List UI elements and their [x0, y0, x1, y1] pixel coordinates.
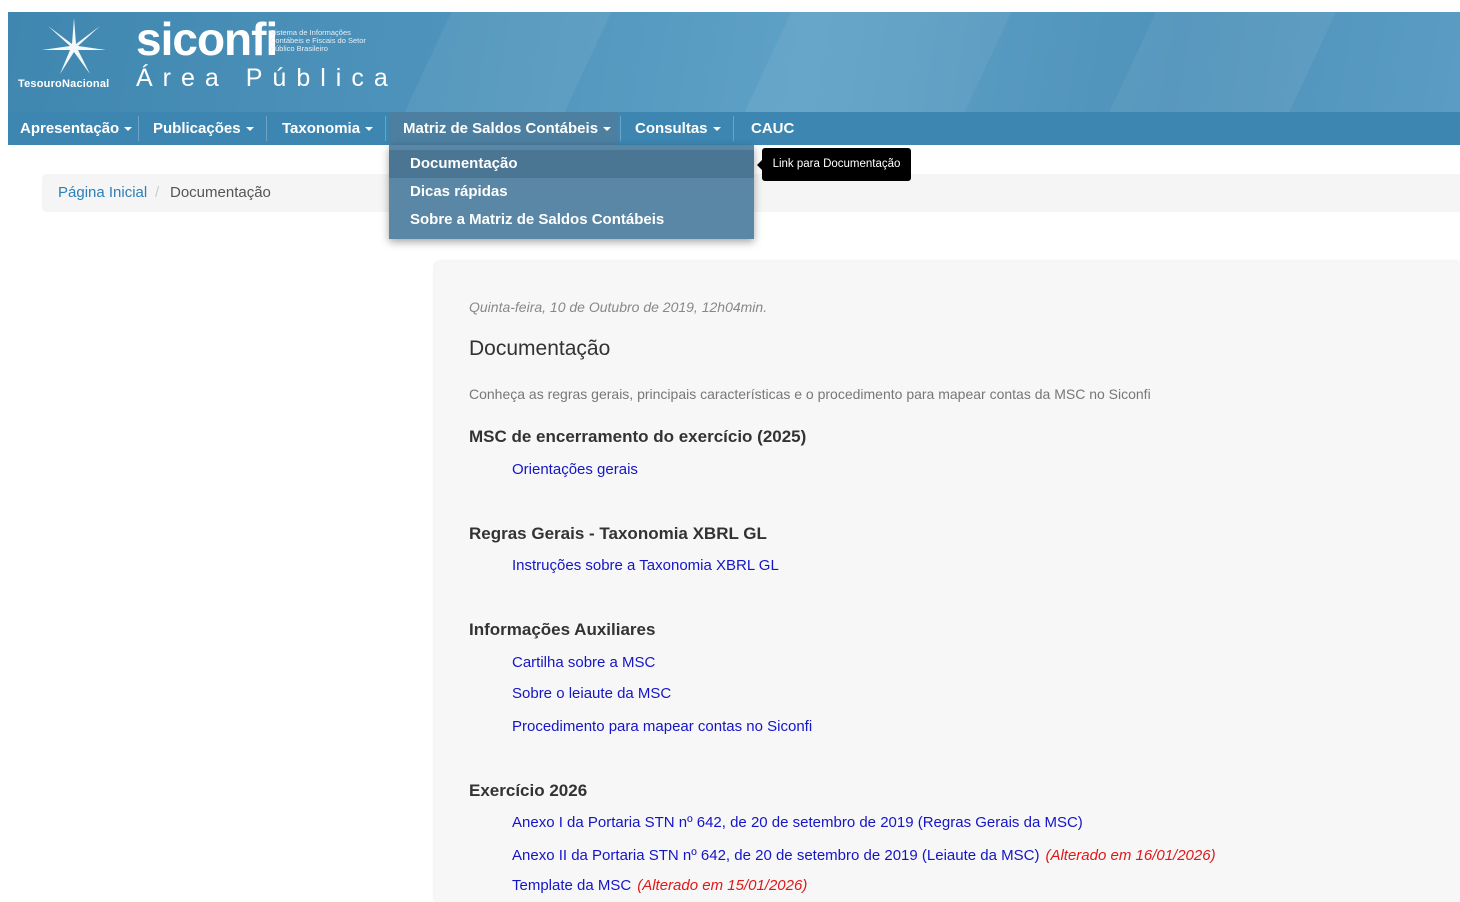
- menu-item-documentacao[interactable]: Documentação: [389, 150, 754, 178]
- header-facet: [395, 12, 621, 112]
- caret-down-icon: [245, 127, 254, 132]
- nav-consultas[interactable]: Consultas: [635, 112, 721, 145]
- breadcrumb-current: Documentação: [170, 184, 271, 201]
- link-cartilha-msc[interactable]: Cartilha sobre a MSC: [512, 654, 655, 671]
- nav-publicacoes[interactable]: Publicações: [153, 112, 254, 145]
- nav-cauc[interactable]: CAUC: [751, 112, 794, 145]
- documentation-panel: Quinta-feira, 10 de Outubro de 2019, 12h…: [435, 262, 1460, 902]
- section-heading-informacoes-auxiliares: Informações Auxiliares: [469, 620, 656, 639]
- section-heading-regras-gerais: Regras Gerais - Taxonomia XBRL GL: [469, 524, 767, 543]
- menu-item-dicas-rapidas[interactable]: Dicas rápidas: [389, 178, 754, 206]
- top-strip: [0, 0, 1460, 12]
- site-header: TesouroNacional siconfi Sistema de Infor…: [8, 12, 1460, 112]
- caret-down-icon: [124, 127, 133, 132]
- nav-divider: [385, 116, 386, 141]
- nav-apresentacao-label: Apresentação: [20, 120, 120, 137]
- nav-divider: [266, 116, 267, 141]
- link-anexo-i[interactable]: Anexo I da Portaria STN nº 642, de 20 de…: [512, 814, 1083, 831]
- caret-down-icon: [365, 127, 374, 132]
- page-title: Documentação: [469, 337, 611, 360]
- link-anexo-ii[interactable]: Anexo II da Portaria STN nº 642, de 20 d…: [512, 847, 1039, 864]
- nav-consultas-label: Consultas: [635, 120, 708, 137]
- link-orientacoes-gerais[interactable]: Orientações gerais: [512, 461, 638, 478]
- nav-publicacoes-label: Publicações: [153, 120, 241, 137]
- menu-item-sobre-matriz[interactable]: Sobre a Matriz de Saldos Contábeis: [389, 206, 754, 234]
- tesouro-nacional-logo[interactable]: TesouroNacional: [16, 16, 128, 104]
- siconfi-logo-text[interactable]: siconfi: [136, 12, 278, 66]
- tesouro-star-icon: [42, 18, 106, 74]
- page-date: Quinta-feira, 10 de Outubro de 2019, 12h…: [469, 299, 768, 315]
- area-publica-subtitle: Área Pública: [136, 64, 398, 92]
- header-facet: [730, 12, 1026, 112]
- nav-apresentacao[interactable]: Apresentação: [20, 112, 133, 145]
- nav-taxonomia[interactable]: Taxonomia: [282, 112, 374, 145]
- caret-down-icon: [712, 127, 721, 132]
- nav-matriz-label: Matriz de Saldos Contábeis: [403, 120, 599, 137]
- link-anexo-ii-row: Anexo II da Portaria STN nº 642, de 20 d…: [512, 847, 1216, 864]
- nav-cauc-label: CAUC: [751, 120, 795, 137]
- section-heading-exercicio-2026: Exercício 2026: [469, 781, 588, 800]
- siconfi-tagline: Sistema de Informações Contábeis e Fisca…: [270, 28, 366, 53]
- change-note: (Alterado em 15/01/2026): [637, 877, 808, 894]
- link-template-msc[interactable]: Template da MSC: [512, 877, 631, 894]
- section-heading-encerramento: MSC de encerramento do exercício (2025): [469, 427, 807, 446]
- header-facet: [1095, 12, 1341, 112]
- change-note: (Alterado em 16/01/2026): [1045, 847, 1216, 864]
- page-description: Conheça as regras gerais, principais car…: [469, 386, 1151, 402]
- tooltip: Link para Documentação: [757, 148, 911, 181]
- caret-down-icon: [603, 127, 612, 132]
- nav-divider: [733, 116, 734, 141]
- matriz-dropdown-menu: Documentação Dicas rápidas Sobre a Matri…: [389, 145, 754, 239]
- link-instrucoes-taxonomia[interactable]: Instruções sobre a Taxonomia XBRL GL: [512, 557, 779, 574]
- breadcrumb-home-link[interactable]: Página Inicial: [58, 174, 147, 212]
- nav-divider: [138, 116, 139, 141]
- breadcrumb-separator: /: [155, 184, 160, 201]
- link-procedimento-mapear[interactable]: Procedimento para mapear contas no Sicon…: [512, 718, 812, 735]
- main-navbar: Apresentação Publicações Taxonomia Matri…: [8, 112, 1460, 145]
- nav-divider: [620, 116, 621, 141]
- nav-matriz-saldos-contabeis[interactable]: Matriz de Saldos Contábeis: [389, 112, 618, 145]
- tesouro-nacional-label: TesouroNacional: [18, 78, 110, 90]
- link-leiaute-msc[interactable]: Sobre o leiaute da MSC: [512, 685, 671, 702]
- nav-taxonomia-label: Taxonomia: [282, 120, 361, 137]
- link-template-row: Template da MSC (Alterado em 15/01/2026): [512, 877, 807, 894]
